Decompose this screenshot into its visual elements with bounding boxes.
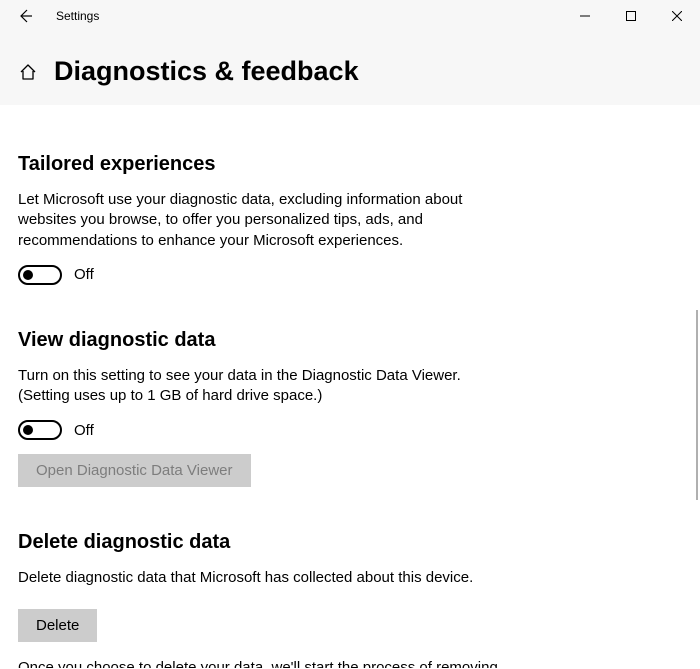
content-area: Tailored experiences Let Microsoft use y…: [0, 105, 700, 668]
maximize-button[interactable]: [608, 0, 654, 32]
tailored-heading: Tailored experiences: [18, 153, 682, 176]
titlebar-left: Settings: [0, 7, 99, 25]
minimize-icon: [580, 11, 590, 21]
app-title: Settings: [56, 9, 99, 23]
scrollbar[interactable]: [696, 310, 698, 500]
section-delete-diagnostic: Delete diagnostic data Delete diagnostic…: [18, 531, 682, 668]
view-diag-heading: View diagnostic data: [18, 329, 682, 352]
page-header: Diagnostics & feedback: [0, 32, 700, 105]
section-view-diagnostic: View diagnostic data Turn on this settin…: [18, 329, 682, 488]
tailored-toggle[interactable]: [18, 265, 62, 285]
tailored-description: Let Microsoft use your diagnostic data, …: [18, 190, 498, 251]
tailored-toggle-label: Off: [74, 266, 94, 283]
toggle-knob-icon: [23, 425, 33, 435]
view-diag-toggle-row: Off: [18, 420, 682, 440]
window-controls: [562, 0, 700, 32]
home-button[interactable]: [18, 62, 38, 82]
page-title: Diagnostics & feedback: [54, 56, 359, 87]
back-arrow-icon: [17, 8, 33, 24]
titlebar: Settings: [0, 0, 700, 32]
back-button[interactable]: [16, 7, 34, 25]
view-diag-toggle[interactable]: [18, 420, 62, 440]
maximize-icon: [626, 11, 636, 21]
view-diag-toggle-label: Off: [74, 422, 94, 439]
tailored-toggle-row: Off: [18, 265, 682, 285]
section-tailored-experiences: Tailored experiences Let Microsoft use y…: [18, 153, 682, 285]
close-icon: [672, 11, 682, 21]
minimize-button[interactable]: [562, 0, 608, 32]
toggle-knob-icon: [23, 270, 33, 280]
delete-diag-after-text: Once you choose to delete your data, we'…: [18, 658, 682, 669]
delete-diag-heading: Delete diagnostic data: [18, 531, 682, 554]
home-icon: [19, 63, 37, 81]
delete-button[interactable]: Delete: [18, 609, 97, 642]
open-data-viewer-button[interactable]: Open Diagnostic Data Viewer: [18, 454, 251, 487]
delete-diag-description: Delete diagnostic data that Microsoft ha…: [18, 568, 498, 588]
view-diag-description: Turn on this setting to see your data in…: [18, 366, 498, 407]
close-button[interactable]: [654, 0, 700, 32]
